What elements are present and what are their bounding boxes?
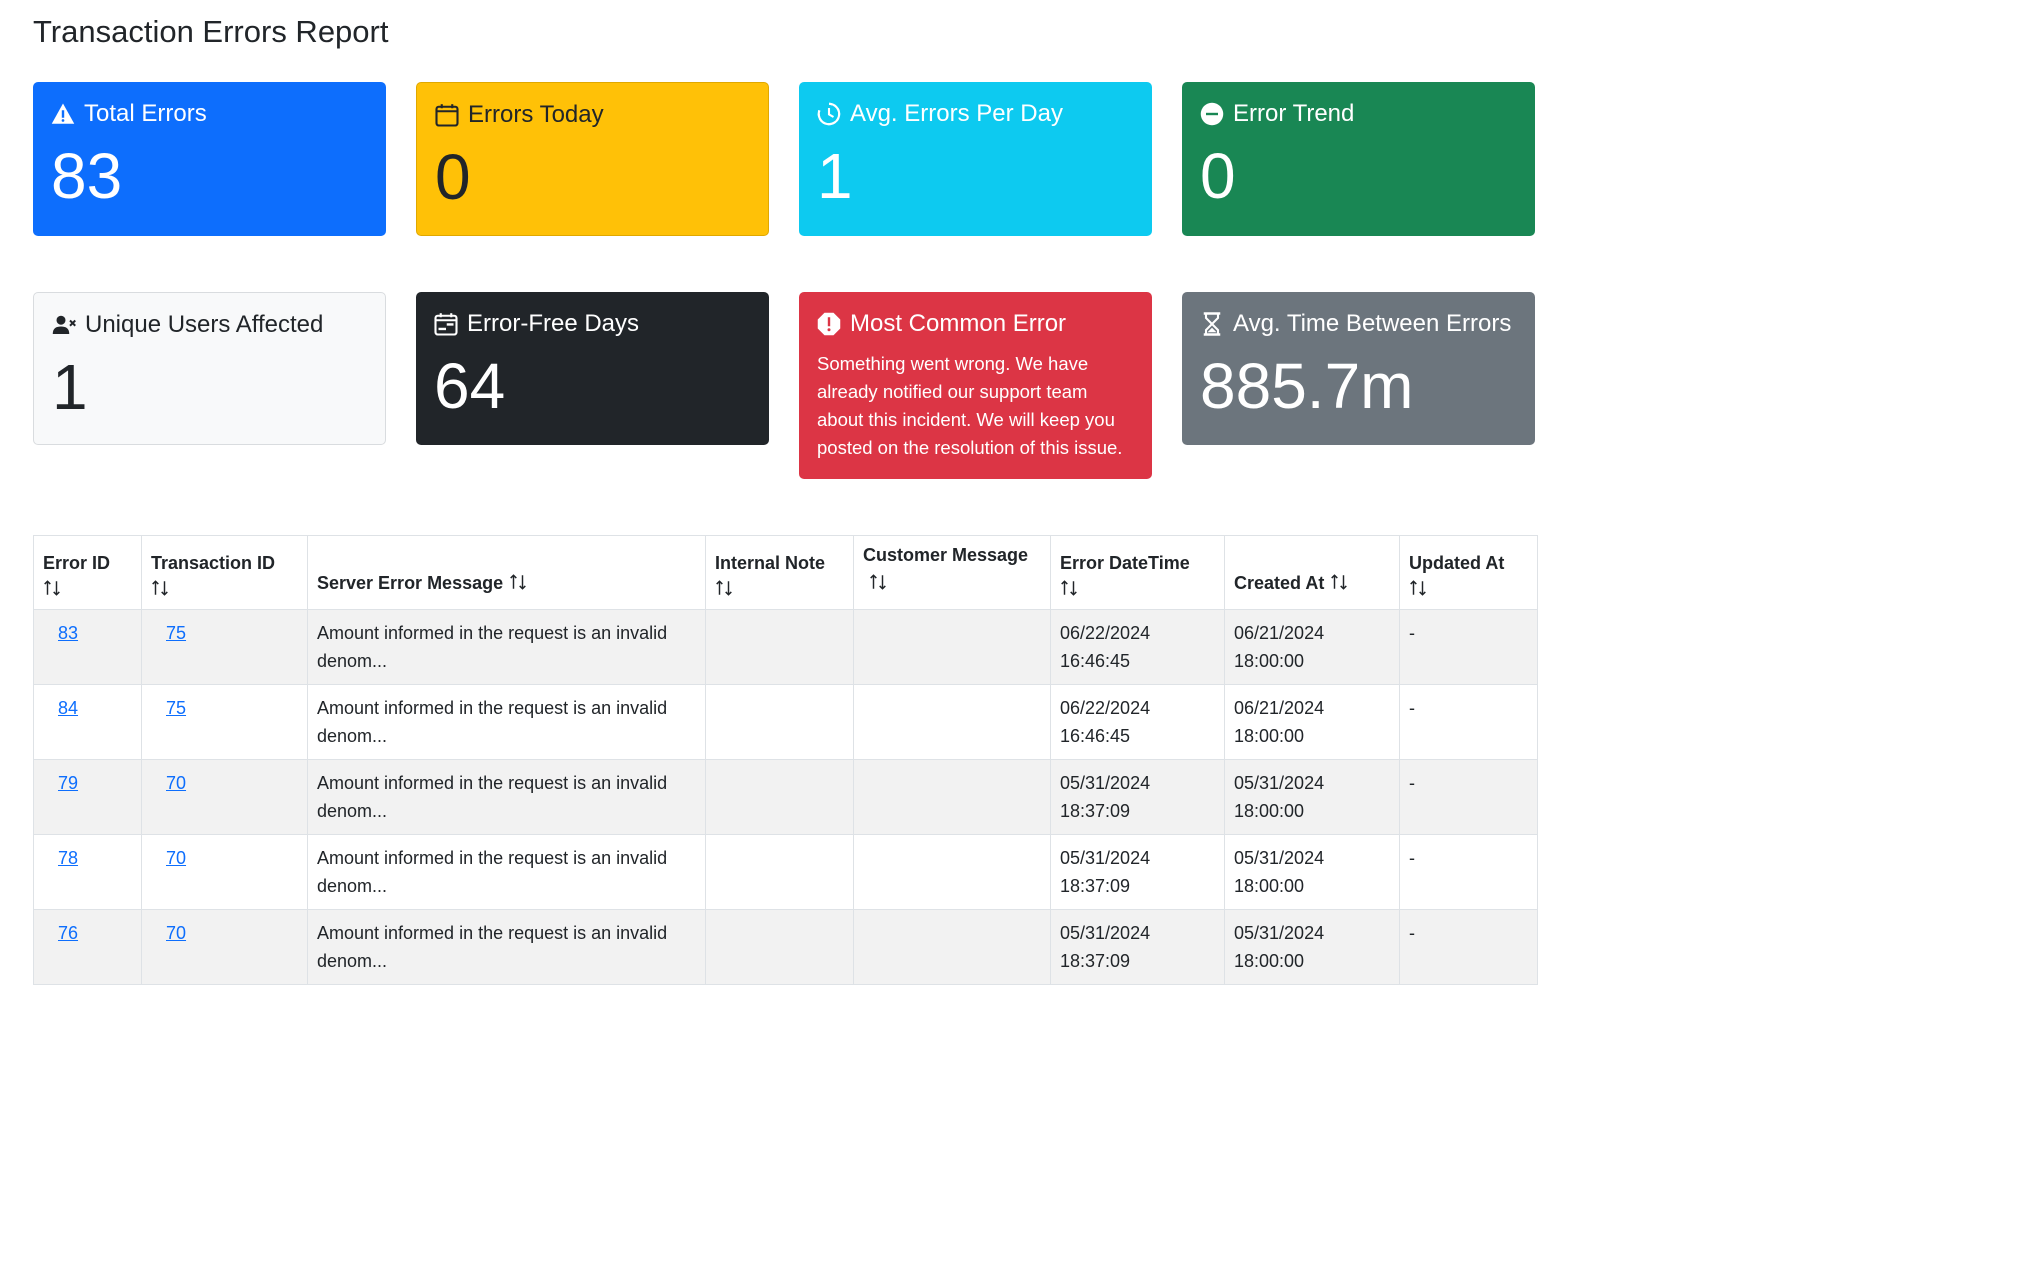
card-value: 0: [1200, 140, 1236, 212]
server-message-cell: Amount informed in the request is an inv…: [307, 684, 706, 760]
sort-icon[interactable]: [1330, 573, 1348, 591]
unique-users-affected-card: Unique Users Affected 1: [33, 292, 386, 445]
col-updated-at[interactable]: Updated At: [1399, 535, 1538, 610]
col-customer-message[interactable]: Customer Message: [853, 535, 1051, 610]
most-common-error-message: Something went wrong. We have already no…: [817, 353, 1123, 458]
card-label: Errors Today: [468, 101, 604, 128]
warning-triangle-icon: [51, 103, 75, 124]
updated-at-cell: -: [1399, 759, 1538, 835]
card-label: Avg. Errors Per Day: [850, 100, 1063, 127]
table-row: 76 70 Amount informed in the request is …: [33, 909, 1538, 985]
table-header-row: Error ID Transaction ID Server Error Mes…: [33, 535, 1538, 610]
card-value: 885.7m: [1200, 350, 1414, 422]
col-created-at[interactable]: Created At: [1224, 535, 1400, 610]
avg-time-between-errors-card: Avg. Time Between Errors 885.7m: [1182, 292, 1535, 445]
customer-message-cell: [853, 609, 1051, 685]
customer-message-cell: [853, 759, 1051, 835]
error-datetime-cell: 05/31/2024 18:37:09: [1050, 909, 1225, 985]
error-datetime-cell: 06/22/2024 16:46:45: [1050, 684, 1225, 760]
updated-at-cell: -: [1399, 909, 1538, 985]
dash-circle-icon: [1200, 102, 1224, 126]
server-message-cell: Amount informed in the request is an inv…: [307, 909, 706, 985]
card-label: Error-Free Days: [467, 310, 640, 337]
card-label: Most Common Error: [850, 310, 1067, 337]
table-row: 79 70 Amount informed in the request is …: [33, 759, 1538, 835]
internal-note-cell: [705, 909, 854, 985]
error-id-link[interactable]: 84: [58, 698, 78, 718]
updated-at-cell: -: [1399, 684, 1538, 760]
table-row: 78 70 Amount informed in the request is …: [33, 834, 1538, 910]
internal-note-cell: [705, 834, 854, 910]
sort-icon[interactable]: [869, 573, 887, 591]
error-datetime-cell: 06/22/2024 16:46:45: [1050, 609, 1225, 685]
errors-table: Error ID Transaction ID Server Error Mes…: [33, 535, 1538, 985]
calendar-range-icon: [434, 313, 458, 336]
card-value: 64: [434, 350, 506, 422]
error-datetime-cell: 05/31/2024 18:37:09: [1050, 759, 1225, 835]
customer-message-cell: [853, 834, 1051, 910]
calendar-icon: [435, 104, 459, 127]
card-value: 1: [817, 140, 853, 212]
card-value: 0: [435, 141, 471, 213]
col-server-error-message[interactable]: Server Error Message: [307, 535, 706, 610]
sort-icon[interactable]: [509, 573, 527, 591]
error-id-link[interactable]: 76: [58, 923, 78, 943]
transaction-id-link[interactable]: 70: [166, 923, 186, 943]
customer-message-cell: [853, 909, 1051, 985]
transaction-id-link[interactable]: 70: [166, 848, 186, 868]
error-id-link[interactable]: 78: [58, 848, 78, 868]
clock-history-icon: [817, 102, 841, 126]
error-id-link[interactable]: 83: [58, 623, 78, 643]
errors-table-container: Error ID Transaction ID Server Error Mes…: [33, 535, 1538, 985]
transaction-id-link[interactable]: 70: [166, 773, 186, 793]
updated-at-cell: -: [1399, 609, 1538, 685]
created-at-cell: 05/31/2024 18:00:00: [1224, 909, 1400, 985]
error-id-link[interactable]: 79: [58, 773, 78, 793]
sort-icon[interactable]: [43, 579, 61, 597]
created-at-cell: 06/21/2024 18:00:00: [1224, 684, 1400, 760]
card-value: 83: [51, 140, 123, 212]
most-common-error-card: Most Common Error Something went wrong. …: [799, 292, 1152, 479]
exclamation-octagon-icon: [817, 312, 841, 336]
internal-note-cell: [705, 609, 854, 685]
customer-message-cell: [853, 684, 1051, 760]
sort-icon[interactable]: [151, 579, 169, 597]
server-message-cell: Amount informed in the request is an inv…: [307, 834, 706, 910]
sort-icon[interactable]: [715, 579, 733, 597]
created-at-cell: 06/21/2024 18:00:00: [1224, 609, 1400, 685]
card-label: Error Trend: [1233, 100, 1355, 127]
transaction-id-link[interactable]: 75: [166, 698, 186, 718]
server-message-cell: Amount informed in the request is an inv…: [307, 609, 706, 685]
hourglass-icon: [1203, 312, 1221, 336]
col-error-datetime[interactable]: Error DateTime: [1050, 535, 1225, 610]
table-row: 84 75 Amount informed in the request is …: [33, 684, 1538, 760]
created-at-cell: 05/31/2024 18:00:00: [1224, 834, 1400, 910]
created-at-cell: 05/31/2024 18:00:00: [1224, 759, 1400, 835]
errors-today-card: Errors Today 0: [416, 82, 769, 236]
col-internal-note[interactable]: Internal Note: [705, 535, 854, 610]
sort-icon[interactable]: [1060, 579, 1078, 597]
col-transaction-id[interactable]: Transaction ID: [141, 535, 308, 610]
internal-note-cell: [705, 684, 854, 760]
card-label: Unique Users Affected: [85, 311, 324, 338]
sort-icon[interactable]: [1409, 579, 1427, 597]
server-message-cell: Amount informed in the request is an inv…: [307, 759, 706, 835]
card-label: Avg. Time Between Errors: [1233, 310, 1512, 337]
page-title: Transaction Errors Report: [33, 14, 389, 49]
error-datetime-cell: 05/31/2024 18:37:09: [1050, 834, 1225, 910]
card-value: 1: [52, 351, 88, 423]
error-free-days-card: Error-Free Days 64: [416, 292, 769, 445]
col-error-id[interactable]: Error ID: [33, 535, 142, 610]
total-errors-card: Total Errors 83: [33, 82, 386, 236]
internal-note-cell: [705, 759, 854, 835]
table-row: 83 75 Amount informed in the request is …: [33, 609, 1538, 685]
error-trend-card: Error Trend 0: [1182, 82, 1535, 236]
transaction-id-link[interactable]: 75: [166, 623, 186, 643]
avg-errors-per-day-card: Avg. Errors Per Day 1: [799, 82, 1152, 236]
card-label: Total Errors: [84, 100, 207, 127]
person-x-icon: [52, 315, 76, 334]
updated-at-cell: -: [1399, 834, 1538, 910]
